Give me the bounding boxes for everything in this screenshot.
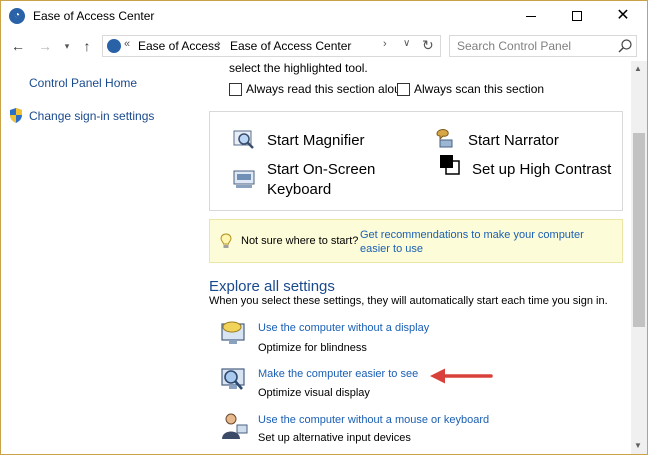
address-dropdown-icon[interactable]: ∨: [403, 38, 410, 49]
start-narrator-link[interactable]: Start Narrator: [468, 131, 559, 151]
shield-icon: [10, 108, 22, 123]
back-button[interactable]: ←: [10, 38, 26, 54]
scroll-up-icon[interactable]: ▲: [634, 64, 642, 73]
recommendation-tip: Not sure where to start? Get recommendat…: [209, 219, 623, 263]
breadcrumb-chevron-icon[interactable]: ›: [383, 38, 387, 50]
osk-line-2: Keyboard: [267, 181, 332, 198]
control-panel-home-link[interactable]: Control Panel Home: [29, 76, 137, 90]
read-aloud-label: Always read this section aloud: [246, 82, 408, 96]
explore-all-settings-heading: Explore all settings: [209, 278, 335, 295]
display-off-icon[interactable]: [219, 319, 249, 349]
title-bar[interactable]: ◔ Ease of Access Center ✕: [1, 1, 647, 31]
checkbox-box[interactable]: [229, 82, 242, 96]
window-title: Ease of Access Center: [33, 9, 155, 23]
breadcrumb-overflow-icon[interactable]: «: [124, 38, 130, 50]
search-input[interactable]: Search Control Panel: [457, 39, 571, 53]
make-computer-easier-to-see-link[interactable]: Make the computer easier to see: [258, 368, 418, 380]
lightbulb-icon: [220, 233, 232, 248]
person-input-icon[interactable]: [219, 411, 249, 441]
ease-of-access-icon: ◔: [9, 8, 25, 24]
maximize-button[interactable]: [554, 1, 600, 31]
scan-instruction-text: select the highlighted tool.: [229, 61, 368, 75]
scrollbar-thumb[interactable]: [633, 133, 645, 327]
scroll-down-icon[interactable]: ▼: [634, 441, 642, 450]
scan-section-checkbox[interactable]: Always scan this section: [397, 82, 544, 96]
osk-line-1: Start On-Screen: [267, 161, 376, 178]
search-box[interactable]: Search Control Panel: [449, 35, 637, 57]
refresh-icon[interactable]: ↻: [422, 37, 434, 54]
change-sign-in-settings-link[interactable]: Change sign-in settings: [29, 109, 154, 123]
breadcrumb-ease-of-access-center[interactable]: Ease of Access Center: [230, 39, 351, 53]
explore-description: When you select these settings, they wil…: [209, 295, 608, 307]
control-panel-icon: [107, 39, 121, 53]
quick-access-tools: Start Magnifier Start Narrator Start On-…: [209, 111, 623, 211]
close-icon: ✕: [616, 7, 630, 24]
address-bar[interactable]: « Ease of Access › Ease of Access Center…: [102, 35, 441, 57]
forward-button[interactable]: →: [37, 38, 53, 54]
up-button[interactable]: ↑: [79, 38, 95, 54]
start-on-screen-keyboard-link[interactable]: Start On-Screen Keyboard: [267, 160, 375, 200]
narrator-icon[interactable]: [434, 127, 456, 149]
optimize-visual-display-text: Optimize visual display: [258, 387, 370, 399]
recent-locations-button[interactable]: ▾: [59, 38, 75, 54]
start-magnifier-link[interactable]: Start Magnifier: [267, 131, 365, 151]
scan-section-label: Always scan this section: [414, 82, 545, 96]
maximize-icon: [572, 11, 582, 21]
use-computer-without-mouse-or-keyboard-link[interactable]: Use the computer without a mouse or keyb…: [258, 414, 489, 426]
set-up-high-contrast-link[interactable]: Set up High Contrast: [472, 160, 611, 180]
get-recommendations-link[interactable]: Get recommendations to make your compute…: [360, 228, 610, 256]
high-contrast-icon[interactable]: [439, 154, 461, 176]
navigation-bar: ← → ▾ ↑ « Ease of Access › Ease of Acces…: [1, 31, 647, 61]
breadcrumb-ease-of-access[interactable]: Ease of Access: [138, 39, 220, 53]
use-computer-without-display-link[interactable]: Use the computer without a display: [258, 322, 429, 334]
checkbox-box[interactable]: [397, 82, 410, 96]
alternative-input-devices-text: Set up alternative input devices: [258, 432, 411, 444]
read-aloud-checkbox[interactable]: Always read this section aloud: [229, 82, 407, 96]
minimize-button[interactable]: [508, 1, 554, 31]
minimize-icon: [526, 15, 536, 17]
ease-of-access-window: ◔ Ease of Access Center ✕ ← → ▾ ↑ « Ease…: [0, 0, 648, 455]
magnify-display-icon[interactable]: [219, 365, 249, 395]
magnifier-icon[interactable]: [233, 129, 255, 151]
keyboard-icon[interactable]: [233, 168, 255, 190]
red-arrow-annotation-icon: [430, 368, 493, 384]
vertical-scrollbar[interactable]: ▲ ▼: [631, 61, 647, 454]
optimize-for-blindness-text: Optimize for blindness: [258, 342, 367, 354]
search-icon[interactable]: [617, 38, 633, 54]
breadcrumb-chevron-icon[interactable]: ›: [217, 38, 221, 50]
close-button[interactable]: ✕: [600, 1, 646, 31]
main-content: select the highlighted tool. Always read…: [201, 61, 631, 454]
left-pane: Control Panel Home Change sign-in settin…: [1, 61, 201, 454]
tip-text: Not sure where to start?: [241, 235, 359, 247]
